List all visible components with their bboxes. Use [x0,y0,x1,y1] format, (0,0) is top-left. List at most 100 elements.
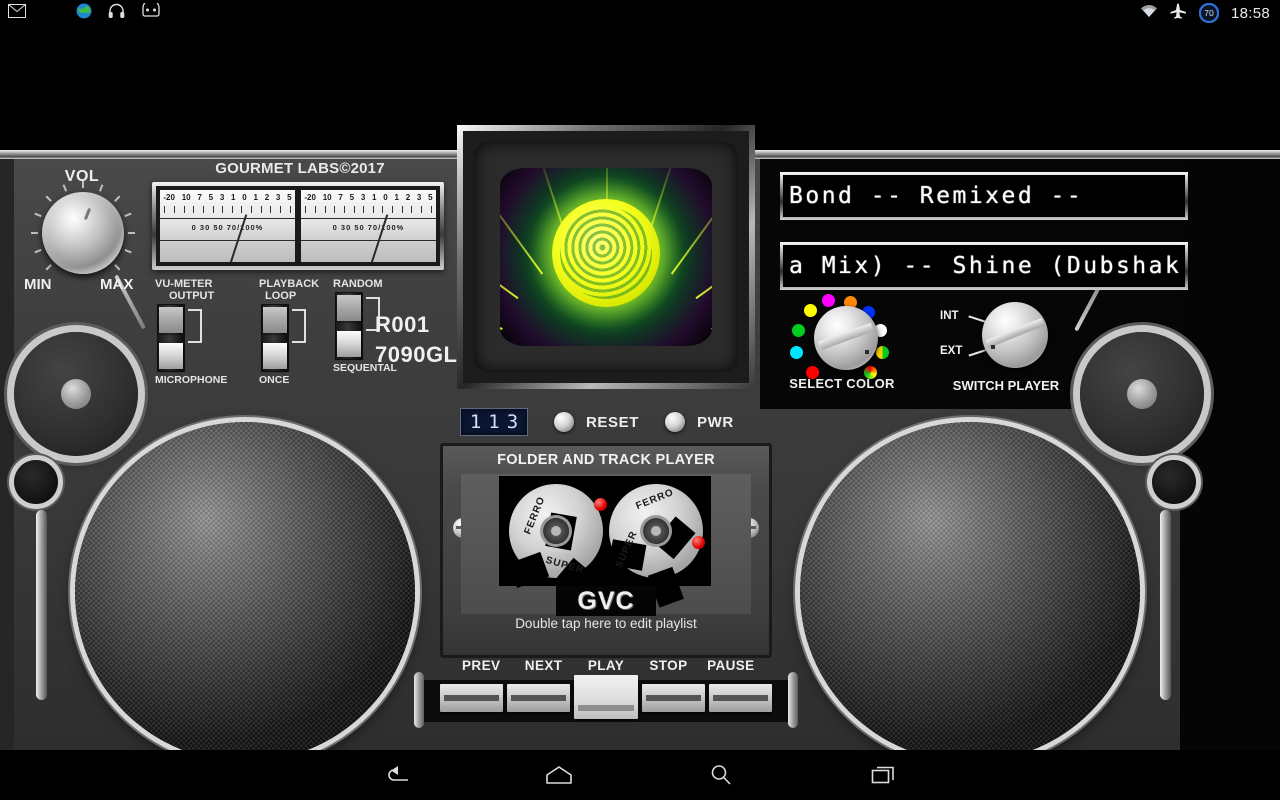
switch-vu-meter-source[interactable]: VU-METER OUTPUT MICROPHONE [155,278,228,386]
switch-player-knob[interactable] [982,302,1048,368]
battery-percent-text: 70 [1204,8,1214,18]
transport-controls: PREV NEXT PLAY STOP PAUSE [414,658,798,738]
cassette-reel-right: FERRO SUPER [608,484,705,608]
vu-meter-left: -20 10 7 5 3 1 0 1 2 3 5 0 30 50 70/100% [160,190,295,262]
color-swatch-green[interactable] [792,324,805,337]
color-swatch-gold[interactable] [876,346,889,359]
nav-recents-button[interactable] [802,764,964,786]
vu-top-scale-right: -20 10 7 5 3 1 0 1 2 3 5 [304,193,433,202]
visualizer-sphere [552,199,660,308]
color-swatch-yellow[interactable] [804,304,817,317]
airplane-mode-icon [1170,3,1187,24]
switch-player-label: SWITCH PLAYER [952,378,1060,393]
switch-playback-handle[interactable] [263,343,287,369]
reel-left-led [594,498,607,511]
bass-port-right [1152,460,1196,504]
vu-ticks-right [301,206,436,216]
select-color-label: SELECT COLOR [789,376,895,391]
wifi-icon [1140,4,1158,23]
transport-label-prev: PREV [462,658,501,673]
status-bar-left-icons [8,0,161,26]
track-counter-display: 1 1 3 [460,408,528,436]
switch-player-int-label: INT [940,310,959,322]
chrome-bar-right [1160,510,1171,700]
play-button[interactable] [574,675,638,719]
select-color-control[interactable]: SELECT COLOR [789,294,902,398]
stop-button[interactable] [641,684,705,712]
reel-right-led [692,536,705,549]
vu-top-scale-left: -20 10 7 5 3 1 0 1 2 3 5 [163,193,292,202]
battery-status-icon: 70 [1198,2,1220,24]
switch-random-label-line2: RANDOM [333,278,383,290]
deck-title: FOLDER AND TRACK PLAYER [497,452,715,468]
switch-vu-label-line2: OUTPUT [169,290,215,302]
cassette-backdrop: FERRO SUPER FERRO SUPER [499,476,711,608]
vu-meter-panel: -20 10 7 5 3 1 0 1 2 3 5 0 30 50 70/100% -20 10 7 5 3 1… [152,182,444,270]
power-button[interactable] [665,412,686,432]
color-swatch-magenta[interactable] [822,294,835,307]
visualizer-bezel [474,142,738,372]
switch-random-track[interactable] [335,292,380,360]
reset-button[interactable] [554,412,574,432]
vu-needle-left [227,214,247,262]
color-swatch-cyan[interactable] [790,346,803,359]
switch-playback-track[interactable] [261,304,306,372]
deck-window: FERRO SUPER FERRO SUPER GVC [461,474,751,616]
volume-knob[interactable] [42,192,124,274]
volume-control[interactable]: VOL MIN MAX [22,168,142,300]
next-button[interactable] [507,684,571,712]
headphones-icon [108,3,125,24]
device-screen: 70 18:58 VOL MIN MAX GOURMET LABS©2017 -… [0,0,1280,800]
vu-bottom-scale-right: 0 30 50 70/100% [332,223,405,232]
transport-handle-right [788,672,798,728]
visualizer-cabinet [457,125,755,389]
switch-vu-handle[interactable] [159,343,183,369]
vu-meter-right: -20 10 7 5 3 1 0 1 2 3 5 0 30 50 70/100% [301,190,436,262]
volume-min-label: MIN [24,276,52,293]
chrome-bar-left [36,510,47,700]
nav-back-button[interactable] [316,764,478,786]
switch-random-upper-face [337,295,361,321]
switch-vu-track[interactable] [157,304,202,372]
switch-playback-mode[interactable]: PLAYBACK LOOP ONCE [259,278,321,386]
home-icon [546,766,572,784]
switch-playback-label-line1: PLAYBACK [259,278,320,290]
transport-label-pause: PAUSE [707,658,755,673]
visualizer-screen[interactable] [500,168,712,346]
tweeter-left [14,332,138,456]
vu-bottom-scale-left: 0 30 50 70/100% [191,223,264,232]
track-display-text-1: Bond -- Remixed -- [789,183,1084,209]
cassette-reel-left: FERRO SUPER [508,484,607,600]
android-navigation-bar [0,750,1280,800]
transport-keys [440,675,773,719]
switch-vu-bracket [188,309,202,343]
nav-home-button[interactable] [478,764,640,786]
counter-row: 1 1 3 RESET PWR [460,405,780,439]
switch-vu-bottom-label: MICROPHONE [155,374,228,386]
vu-needle-right [368,214,388,262]
left-bezel [0,159,14,750]
counter-digit-1: 1 [469,411,482,433]
switch-playback-label-line2: LOOP [265,290,297,302]
switch-playback-bottom-label: ONCE [259,374,290,386]
folder-and-track-player[interactable]: FOLDER AND TRACK PLAYER FERRO SUPER FERR… [440,443,772,658]
boombox-body: VOL MIN MAX GOURMET LABS©2017 -20 10 7 5… [0,125,1280,762]
recents-icon [871,766,894,784]
edit-playlist-hint[interactable]: Double tap here to edit playlist [443,616,769,631]
status-bar: 70 18:58 [0,0,1280,26]
pause-button[interactable] [708,684,773,712]
counter-digit-3: 3 [506,411,519,433]
prev-button[interactable] [440,684,504,712]
select-color-knob[interactable] [814,306,878,370]
bass-port-left [14,460,58,504]
power-label: PWR [697,413,734,431]
switch-player-control[interactable]: INT EXT SWITCH PLAYER [940,300,1070,400]
status-clock: 18:58 [1230,4,1270,22]
woofer-right [800,422,1140,762]
switch-random-handle[interactable] [337,331,361,357]
transport-label-next: NEXT [524,658,563,673]
nav-search-button[interactable] [640,763,802,787]
woofer-left [75,422,415,762]
switch-playback-upper-face [263,307,287,333]
cassette-brand-text: GVC [577,586,635,615]
